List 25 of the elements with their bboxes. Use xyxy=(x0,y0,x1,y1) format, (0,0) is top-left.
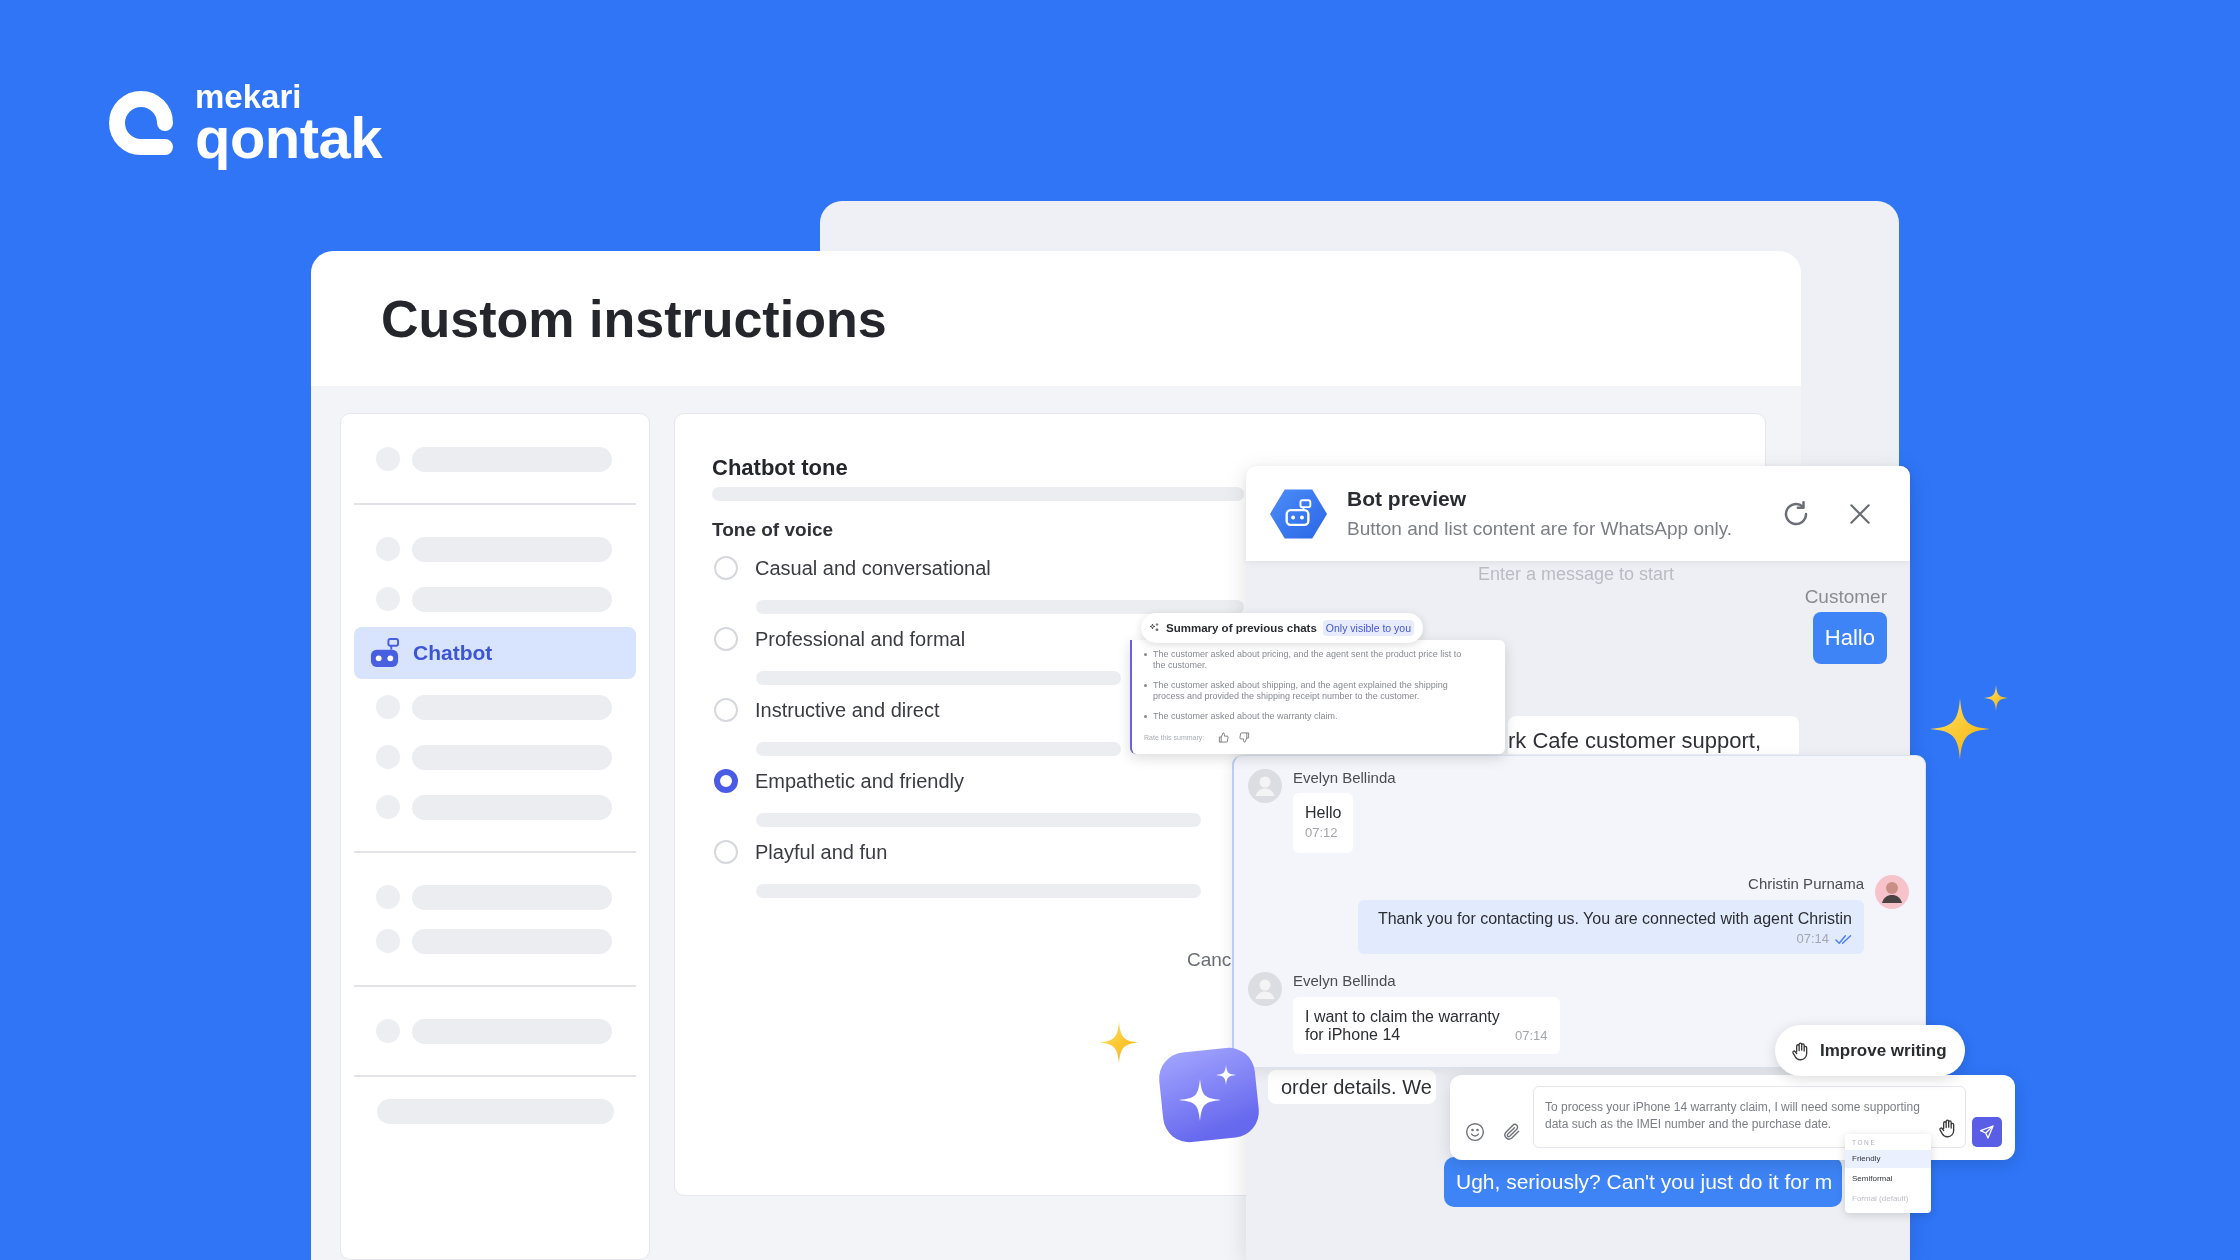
section-title: Chatbot tone xyxy=(712,454,848,482)
message-bubble: order details. We xyxy=(1268,1070,1436,1104)
preview-subtitle: Button and list content are for WhatsApp only. xyxy=(1347,517,1733,541)
sender-name: Evelyn Bellinda xyxy=(1293,769,1396,787)
visibility-badge: Only visible to you xyxy=(1322,620,1415,636)
message-time: 07:14 xyxy=(1796,931,1829,947)
message-time: 07:14 xyxy=(1515,1028,1548,1044)
sender-name: Customer xyxy=(1804,587,1887,607)
message-bubble: Ugh, seriously? Can't you just do it for m xyxy=(1444,1157,1843,1207)
brand-parent-name: mekari xyxy=(195,80,302,114)
message-text: Hello xyxy=(1305,803,1342,823)
summary-title: Summary of previous chats xyxy=(1166,622,1317,634)
message-bubble: rk Cafe customer support, xyxy=(1508,716,1800,754)
preview-title: Bot preview xyxy=(1347,486,1467,512)
field-label: Tone of voice xyxy=(712,518,834,542)
message-time: 07:12 xyxy=(1305,825,1338,841)
summary-point: The customer asked about pricing, and the agent sent the product price list to the customer. xyxy=(1153,649,1463,670)
sender-name: Evelyn Bellinda xyxy=(1293,972,1396,990)
summary-point: The customer asked about the warranty claim. xyxy=(1153,711,1339,722)
summary-point: The customer asked about shipping, and the agent explained the shipping process and provided the shipping receipt number to the customer. xyxy=(1153,680,1449,701)
message-bubble: Hallo xyxy=(1812,612,1887,664)
sender-name: Christin Purnama xyxy=(1748,875,1864,893)
message-text: I want to claim the warranty for iPhone 14 xyxy=(1305,1008,1501,1044)
page-title: Custom instructions xyxy=(381,288,887,349)
message-text: Thank you for contacting us. You are connected with agent Christin xyxy=(1377,909,1852,929)
